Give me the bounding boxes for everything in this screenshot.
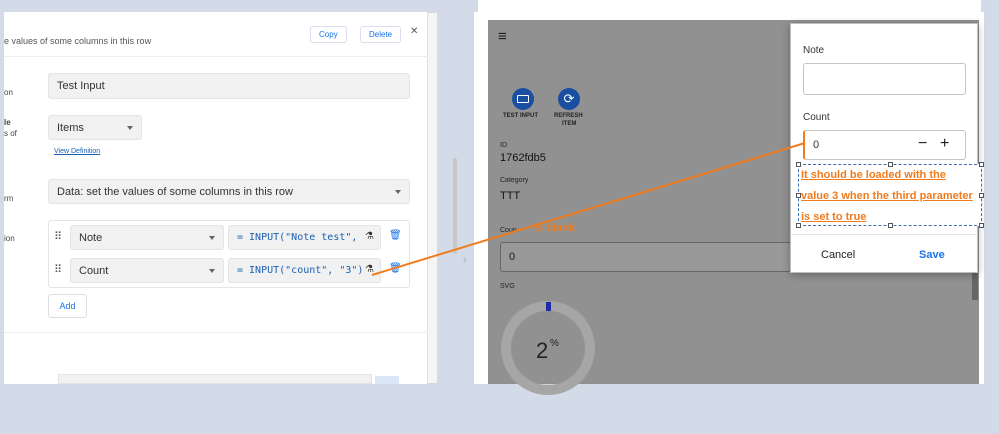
annotation-text: It should be loaded with the value 3 whe… — [801, 169, 973, 223]
annotation-box: It should be loaded with the value 3 whe… — [796, 162, 984, 228]
resize-handle[interactable] — [796, 193, 801, 198]
resize-handle[interactable] — [888, 162, 893, 167]
resize-handle[interactable] — [979, 223, 984, 228]
resize-handle[interactable] — [796, 162, 801, 167]
resize-handle[interactable] — [796, 223, 801, 228]
resize-handle[interactable] — [888, 223, 893, 228]
resize-handle[interactable] — [979, 162, 984, 167]
resize-handle[interactable] — [979, 193, 984, 198]
